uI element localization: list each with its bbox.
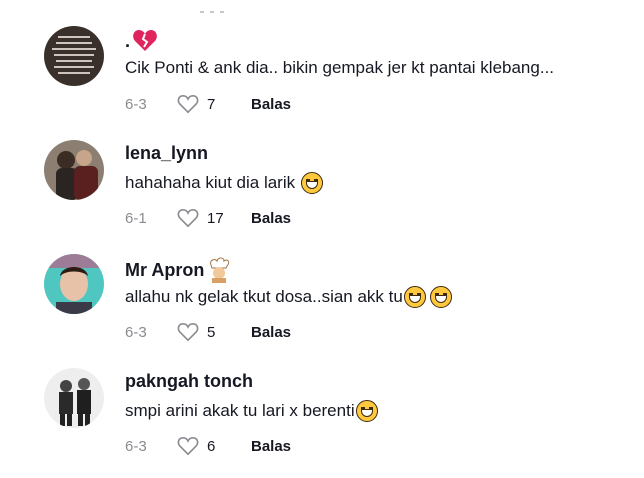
heart-icon[interactable] [177, 322, 199, 342]
sweat-smile-emoji-icon [403, 286, 426, 308]
comment-text: hahahaha kiut dia larik [125, 172, 324, 194]
comment-item: lena_lynn hahahaha kiut dia larik 6-1 17… [0, 120, 644, 234]
comment-meta: 6-3 7 Balas [125, 93, 291, 115]
heart-icon[interactable] [177, 436, 199, 456]
avatar[interactable] [44, 26, 104, 86]
comment-text: smpi arini akak tu lari x berenti [125, 400, 378, 422]
reply-button[interactable]: Balas [251, 96, 291, 113]
avatar[interactable] [44, 140, 104, 200]
reply-button[interactable]: Balas [251, 210, 291, 227]
sweat-smile-emoji-icon [429, 286, 452, 308]
like-count: 6 [207, 437, 216, 455]
comment-meta: 6-1 17 Balas [125, 207, 291, 229]
scroll-edge-indicator [200, 0, 230, 13]
comment-item: Mr Apron allahu nk gelak tkut dosa..sian… [0, 234, 644, 348]
avatar[interactable] [44, 368, 104, 428]
avatar[interactable] [44, 254, 104, 314]
reply-button[interactable]: Balas [251, 324, 291, 341]
comment-author[interactable]: lena_lynn [125, 143, 208, 164]
heart-icon[interactable] [177, 94, 199, 114]
comment-item: pakngah tonch smpi arini akak tu lari x … [0, 348, 644, 462]
comment-date: 6-1 [125, 209, 147, 227]
heart-icon[interactable] [177, 208, 199, 228]
like-count: 5 [207, 323, 216, 341]
laughing-emoji-icon [301, 172, 324, 194]
like-count: 17 [207, 209, 224, 227]
comment-meta: 6-3 6 Balas [125, 435, 291, 457]
comment-date: 6-3 [125, 323, 147, 341]
comment-text: Cik Ponti & ank dia.. bikin gempak jer k… [125, 58, 555, 77]
comment-date: 6-3 [125, 95, 147, 113]
reply-button[interactable]: Balas [251, 438, 291, 455]
comment-date: 6-3 [125, 437, 147, 455]
comment-author[interactable]: . [125, 29, 158, 53]
comment-author[interactable]: pakngah tonch [125, 371, 253, 392]
comment-meta: 6-3 5 Balas [125, 321, 291, 343]
comment-item: . Cik Ponti & ank dia.. bikin gempak jer… [0, 6, 644, 120]
comment-author[interactable]: Mr Apron [125, 257, 232, 283]
laughing-emoji-icon [355, 400, 378, 422]
like-count: 7 [207, 95, 216, 113]
broken-heart-icon [133, 30, 157, 51]
comment-text: allahu nk gelak tkut dosa..sian akk tu [125, 286, 452, 308]
chef-emoji-icon [210, 257, 230, 283]
